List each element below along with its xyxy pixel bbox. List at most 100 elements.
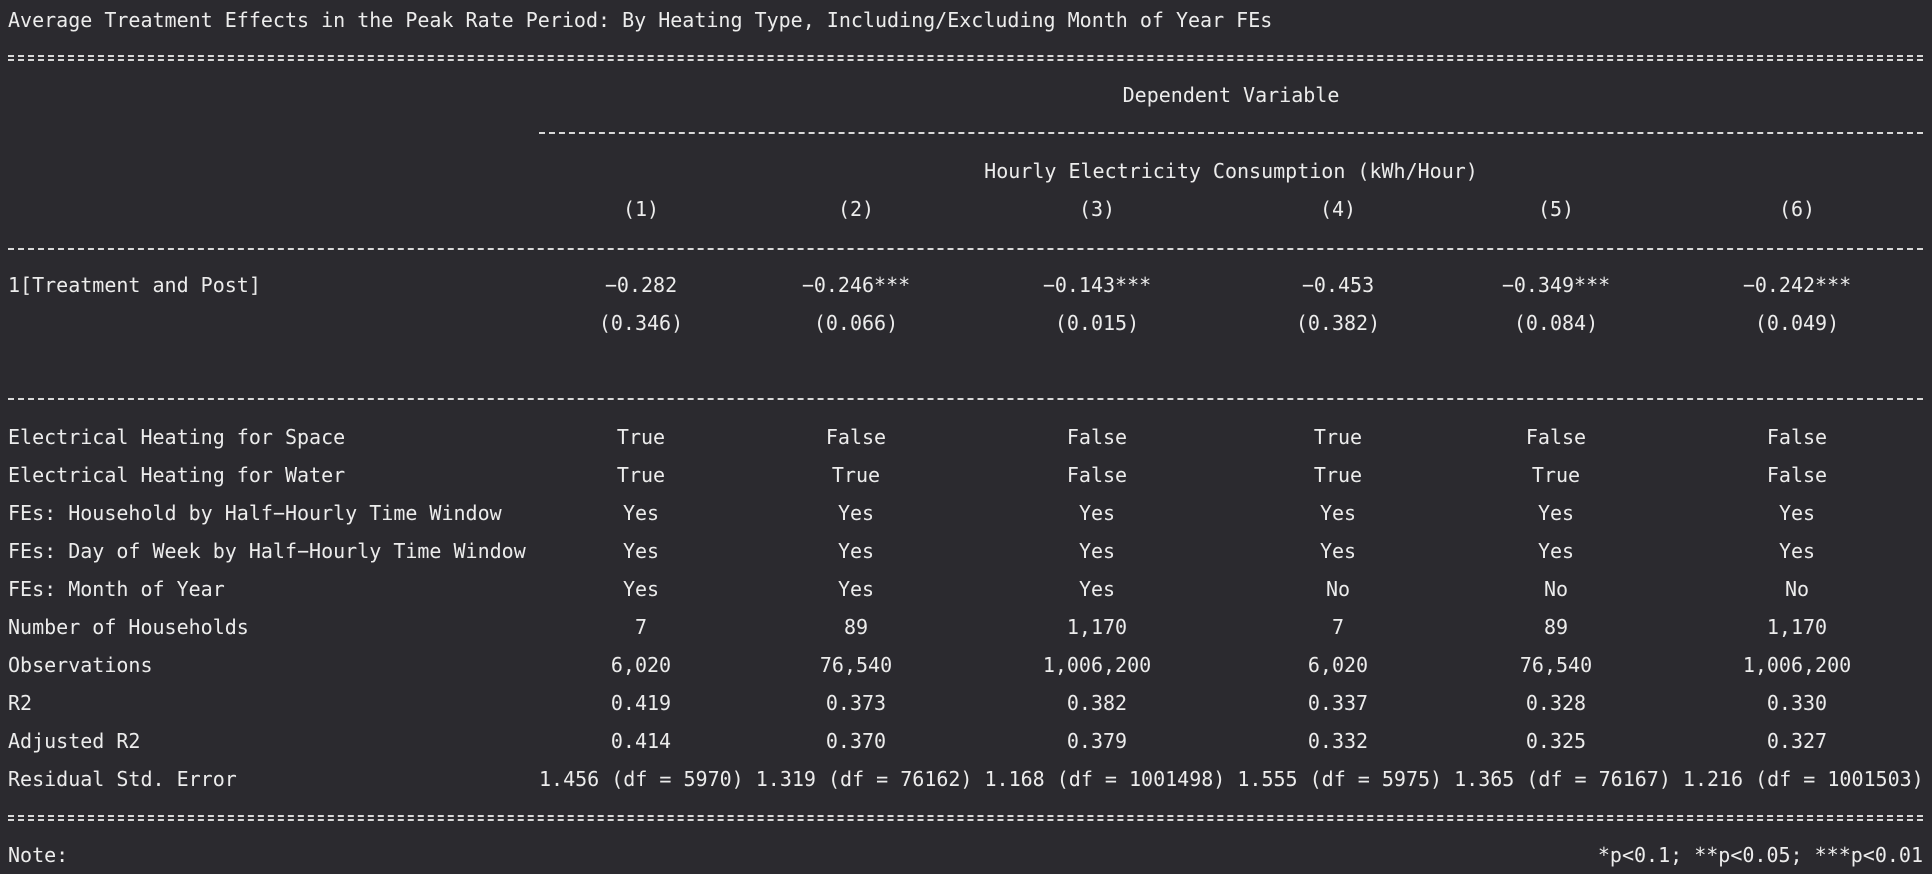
stats-value: Yes <box>622 501 660 525</box>
stats-value: 1,170 <box>1766 615 1828 639</box>
stats-label: FEs: Household by Half−Hourly Time Windo… <box>8 501 502 525</box>
stats-value: 1,006,200 <box>1042 653 1152 677</box>
coefficient-estimate: −0.282 <box>604 273 678 297</box>
stats-value: 0.382 <box>1066 691 1128 715</box>
stats-value: Yes <box>1078 577 1116 601</box>
dependent-variable-rule <box>539 132 1923 134</box>
stats-label: FEs: Month of Year <box>8 577 225 601</box>
table-title: Average Treatment Effects in the Peak Ra… <box>8 8 1273 32</box>
stats-value: True <box>1531 463 1581 487</box>
column-number: (4) <box>1319 197 1357 221</box>
stats-value: 0.379 <box>1066 729 1128 753</box>
stats-row: Electrical Heating for Space True False Fal… <box>0 418 1932 456</box>
stats-value: 1,170 <box>1066 615 1128 639</box>
stats-value: 0.330 <box>1766 691 1828 715</box>
note-row: Note: *p<0.1; **p<0.05; ***p<0.01 <box>0 836 1932 874</box>
stats-label: Adjusted R2 <box>8 729 141 753</box>
std-error: (0.015) <box>1054 311 1140 335</box>
top-double-rule <box>8 55 1923 61</box>
stats-row: Adjusted R2 0.414 0.370 0.379 0.332 0.325 0.32… <box>0 722 1932 760</box>
stats-value: False <box>1766 425 1828 449</box>
stats-value: Yes <box>1537 501 1575 525</box>
stats-value: Yes <box>1319 539 1357 563</box>
significance-note: *p<0.1; **p<0.05; ***p<0.01 <box>1597 843 1923 867</box>
stats-value: False <box>1766 463 1828 487</box>
stats-row: FEs: Day of Week by Half−Hourly Time Win… <box>0 532 1932 570</box>
stats-value: 0.327 <box>1766 729 1828 753</box>
coefficient-estimate: −0.246*** <box>801 273 911 297</box>
stats-value: True <box>616 463 666 487</box>
stats-value: 0.414 <box>610 729 672 753</box>
stats-value: 76,540 <box>1519 653 1593 677</box>
column-number: (3) <box>1078 197 1116 221</box>
stats-value: False <box>1525 425 1587 449</box>
stats-value: 0.337 <box>1307 691 1369 715</box>
coefficient-estimate: −0.143*** <box>1042 273 1152 297</box>
dependent-variable-name: Hourly Electricity Consumption (kWh/Hour… <box>984 159 1478 183</box>
column-numbers-row: (1) (2) (3) (4) (5) (6) <box>0 190 1932 228</box>
residual-std-error-row: Residual Std. Error 1.456 (df = 5970) 1.… <box>0 760 1932 798</box>
stats-value: Yes <box>1078 539 1116 563</box>
stats-row: FEs: Month of Year Yes Yes Yes No No No <box>0 570 1932 608</box>
coefficient-row: 1[Treatment and Post] −0.282 −0.246*** −… <box>0 266 1932 304</box>
stats-row: Number of Households 7 89 1,170 7 89 1,170 <box>0 608 1932 646</box>
stats-label: FEs: Day of Week by Half−Hourly Time Win… <box>8 539 526 563</box>
stats-row: Observations 6,020 76,540 1,006,200 6,020 76,… <box>0 646 1932 684</box>
stats-row: Electrical Heating for Water True True Fals… <box>0 456 1932 494</box>
std-error: (0.084) <box>1513 311 1599 335</box>
stats-value: Yes <box>837 501 875 525</box>
dependent-variable-label: Dependent Variable <box>1122 83 1340 107</box>
residual-std-error-values: 1.456 (df = 5970) 1.319 (df = 76162) 1.1… <box>539 767 1924 791</box>
stats-value: Yes <box>837 539 875 563</box>
stats-value: 7 <box>1331 615 1345 639</box>
stats-row: FEs: Household by Half−Hourly Time Windo… <box>0 494 1932 532</box>
stats-value: True <box>1313 425 1363 449</box>
dependent-variable-name-row: Hourly Electricity Consumption (kWh/Hour… <box>0 152 1932 190</box>
stats-label: Electrical Heating for Space <box>8 425 346 449</box>
stats-value: Yes <box>837 577 875 601</box>
stats-value: 7 <box>634 615 648 639</box>
stats-row: R2 0.419 0.373 0.382 0.337 0.328 0.330 <box>0 684 1932 722</box>
coefficient-estimate: −0.242*** <box>1742 273 1852 297</box>
bottom-double-rule <box>8 815 1923 821</box>
stats-value: Yes <box>1778 501 1816 525</box>
column-number: (1) <box>622 197 660 221</box>
stats-value: 6,020 <box>1307 653 1369 677</box>
stats-value: 0.370 <box>825 729 887 753</box>
stats-value: True <box>616 425 666 449</box>
stats-value: Yes <box>1319 501 1357 525</box>
stats-value: 0.325 <box>1525 729 1587 753</box>
stats-value: 1,006,200 <box>1742 653 1852 677</box>
stats-value: 89 <box>843 615 869 639</box>
coefficient-estimate: −0.349*** <box>1501 273 1611 297</box>
stats-label: Electrical Heating for Water <box>8 463 346 487</box>
stats-value: True <box>831 463 881 487</box>
stats-value: 0.373 <box>825 691 887 715</box>
stats-value: 0.328 <box>1525 691 1587 715</box>
stats-value: False <box>1066 425 1128 449</box>
stats-value: 0.332 <box>1307 729 1369 753</box>
stats-value: False <box>825 425 887 449</box>
stats-rule <box>8 398 1923 400</box>
dependent-variable-header-row: Dependent Variable <box>0 76 1932 114</box>
coefficient-estimate: −0.453 <box>1301 273 1375 297</box>
stats-value: Yes <box>622 577 660 601</box>
column-number: (6) <box>1778 197 1816 221</box>
stats-value: Yes <box>1537 539 1575 563</box>
std-error: (0.049) <box>1754 311 1840 335</box>
stats-value: Yes <box>622 539 660 563</box>
stats-label: R2 <box>8 691 33 715</box>
stats-value: 0.419 <box>610 691 672 715</box>
stats-value: No <box>1543 577 1569 601</box>
stats-value: No <box>1784 577 1810 601</box>
std-error: (0.346) <box>598 311 684 335</box>
column-number: (5) <box>1537 197 1575 221</box>
stats-value: No <box>1325 577 1351 601</box>
header-rule <box>8 248 1923 250</box>
stats-value: Yes <box>1778 539 1816 563</box>
std-error: (0.382) <box>1295 311 1381 335</box>
stats-label: Observations <box>8 653 153 677</box>
note-label: Note: <box>8 843 69 867</box>
stats-label: Number of Households <box>8 615 249 639</box>
residual-std-error-label: Residual Std. Error <box>8 767 237 791</box>
